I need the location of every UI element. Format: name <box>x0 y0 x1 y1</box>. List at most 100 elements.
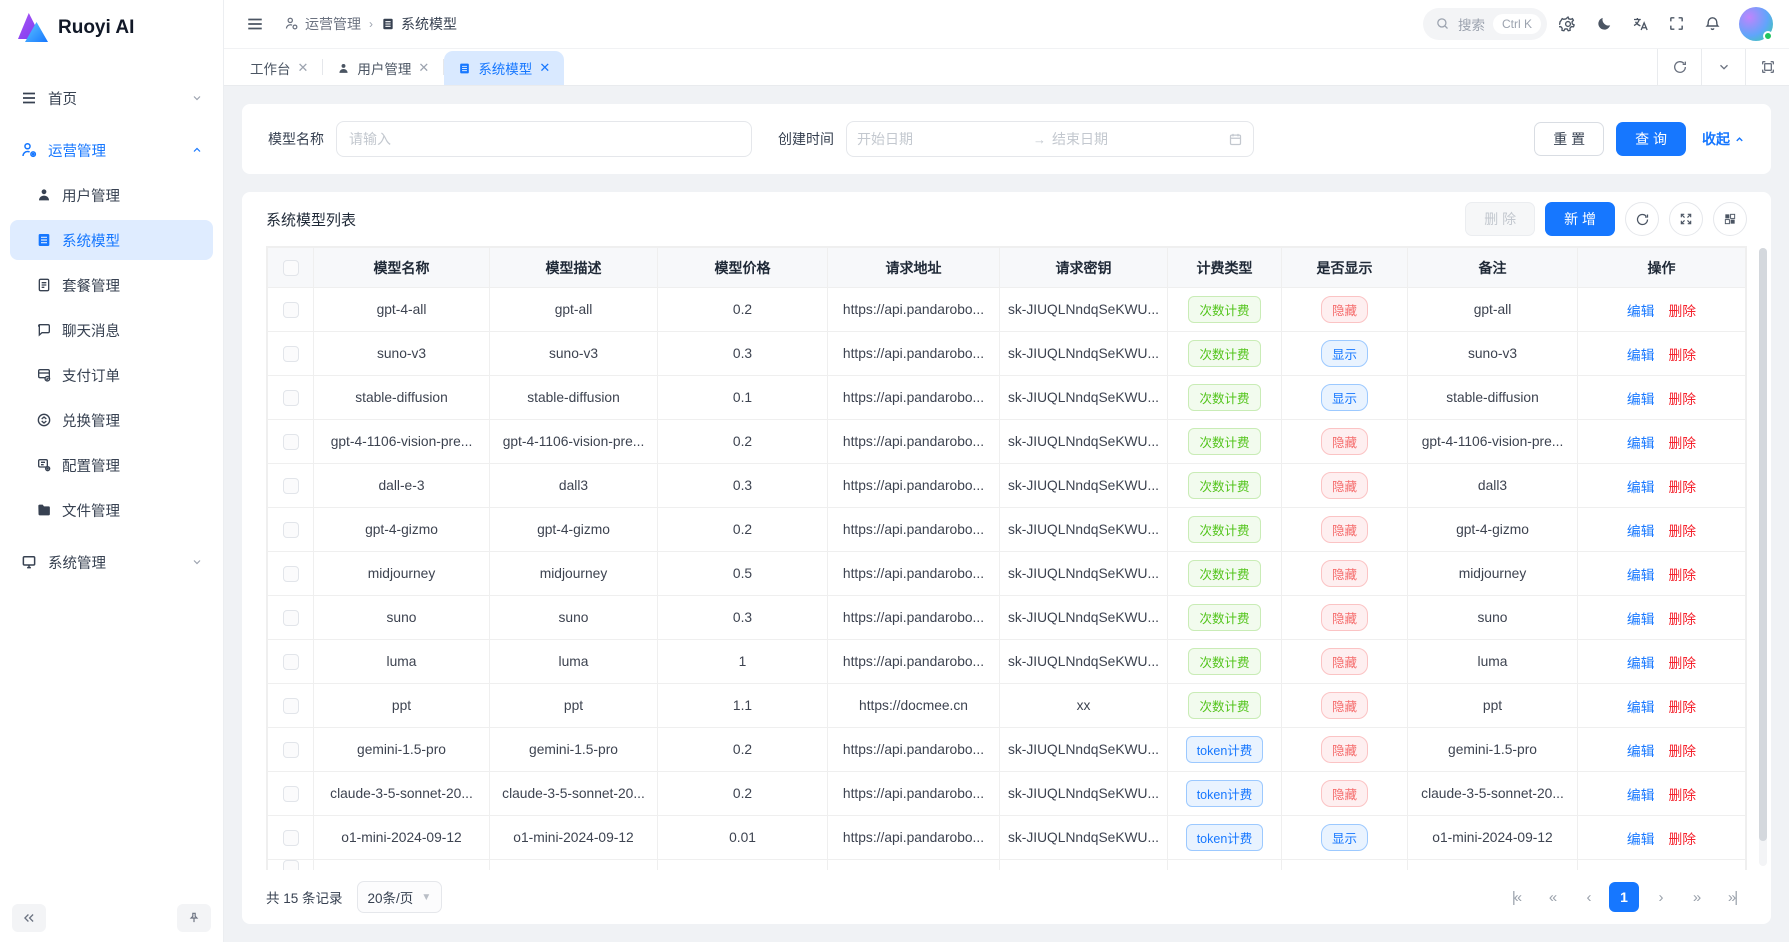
sidebar-item-system-mgmt[interactable]: 系统管理 <box>10 542 213 582</box>
row-delete-link[interactable]: 删除 <box>1669 304 1697 319</box>
sidebar-item-payment-orders[interactable]: 支付订单 <box>10 355 213 395</box>
row-delete-link[interactable]: 删除 <box>1669 744 1697 759</box>
pin-sidebar-button[interactable] <box>177 904 211 932</box>
sidebar-item-home[interactable]: 首页 <box>10 78 213 118</box>
sidebar-item-label: 系统管理 <box>48 552 181 573</box>
next-page-button[interactable]: › <box>1645 882 1675 912</box>
row-delete-link[interactable]: 删除 <box>1669 656 1697 671</box>
row-checkbox[interactable] <box>283 830 299 846</box>
model-name-label: 模型名称 <box>268 129 324 149</box>
edit-link[interactable]: 编辑 <box>1627 392 1655 407</box>
billing-type-badge: 次数计费 <box>1188 516 1260 543</box>
last-page-button[interactable]: »| <box>1717 882 1747 912</box>
add-button[interactable]: 新 增 <box>1545 202 1615 236</box>
fullscreen-button[interactable] <box>1661 9 1691 39</box>
row-checkbox[interactable] <box>283 654 299 670</box>
model-name-input[interactable] <box>336 121 752 157</box>
row-checkbox[interactable] <box>283 742 299 758</box>
column-settings-button[interactable] <box>1713 202 1747 236</box>
close-tab-icon[interactable]: ✕ <box>418 60 429 76</box>
edit-link[interactable]: 编辑 <box>1627 568 1655 583</box>
refresh-tab-button[interactable] <box>1657 49 1701 85</box>
close-tab-icon[interactable]: ✕ <box>539 60 550 76</box>
user-avatar[interactable] <box>1739 7 1773 41</box>
query-button[interactable]: 查 询 <box>1616 122 1686 156</box>
sidebar-item-operations[interactable]: 运营管理 <box>10 130 213 170</box>
edit-link[interactable]: 编辑 <box>1627 524 1655 539</box>
row-delete-link[interactable]: 删除 <box>1669 612 1697 627</box>
edit-link[interactable]: 编辑 <box>1627 436 1655 451</box>
prev-page-button[interactable]: ‹ <box>1573 882 1603 912</box>
edit-link[interactable]: 编辑 <box>1627 304 1655 319</box>
date-range-picker[interactable]: → <box>846 121 1254 157</box>
row-checkbox[interactable] <box>283 522 299 538</box>
content-fullscreen-button[interactable] <box>1745 49 1789 85</box>
row-checkbox[interactable] <box>283 478 299 494</box>
scrollbar-thumb[interactable] <box>1759 248 1767 841</box>
row-delete-link[interactable]: 删除 <box>1669 348 1697 363</box>
notifications-button[interactable] <box>1697 9 1727 39</box>
row-delete-link[interactable]: 删除 <box>1669 524 1697 539</box>
sidebar-item-user-mgmt[interactable]: 用户管理 <box>10 175 213 215</box>
edit-link[interactable]: 编辑 <box>1627 700 1655 715</box>
global-search[interactable]: 搜索 Ctrl K <box>1423 8 1547 40</box>
sidebar-item-label: 兑换管理 <box>62 410 203 431</box>
sidebar-item-redeem-mgmt[interactable]: 兑换管理 <box>10 400 213 440</box>
sidebar-item-config-mgmt[interactable]: 配置管理 <box>10 445 213 485</box>
tab-workbench[interactable]: 工作台 ✕ <box>236 51 322 85</box>
sidebar-item-file-mgmt[interactable]: 文件管理 <box>10 490 213 530</box>
row-checkbox[interactable] <box>283 390 299 406</box>
edit-link[interactable]: 编辑 <box>1627 480 1655 495</box>
chevron-down-icon <box>1717 60 1731 74</box>
page-size-select[interactable]: 20条/页 ▼ <box>357 881 443 913</box>
row-checkbox[interactable] <box>283 698 299 714</box>
row-delete-link[interactable]: 删除 <box>1669 436 1697 451</box>
toggle-sidebar-button[interactable] <box>240 9 270 39</box>
row-delete-link[interactable]: 删除 <box>1669 700 1697 715</box>
collapse-filter-link[interactable]: 收起 <box>1702 129 1745 149</box>
tab-system-model[interactable]: 系统模型 ✕ <box>444 51 564 85</box>
edit-link[interactable]: 编辑 <box>1627 656 1655 671</box>
row-delete-link[interactable]: 删除 <box>1669 568 1697 583</box>
batch-delete-button[interactable]: 删 除 <box>1465 202 1535 236</box>
tab-menu-button[interactable] <box>1701 49 1745 85</box>
language-button[interactable] <box>1625 9 1655 39</box>
first-page-button[interactable]: |« <box>1501 882 1531 912</box>
table-fullscreen-button[interactable] <box>1669 202 1703 236</box>
jump-forward-button[interactable]: » <box>1681 882 1711 912</box>
start-date-input[interactable] <box>857 131 1027 147</box>
row-checkbox[interactable] <box>283 566 299 582</box>
row-checkbox[interactable] <box>283 610 299 626</box>
breadcrumb-current[interactable]: 系统模型 <box>381 14 457 34</box>
sidebar-item-chat-messages[interactable]: 聊天消息 <box>10 310 213 350</box>
row-delete-link[interactable]: 删除 <box>1669 832 1697 847</box>
tab-user-mgmt[interactable]: 用户管理 ✕ <box>323 51 443 85</box>
breadcrumb-parent[interactable]: 运营管理 <box>284 14 361 34</box>
dark-mode-button[interactable] <box>1589 9 1619 39</box>
reset-button[interactable]: 重 置 <box>1534 122 1604 156</box>
current-page[interactable]: 1 <box>1609 882 1639 912</box>
table-row: gemini-1.5-pro gemini-1.5-pro 0.2 https:… <box>268 728 1746 772</box>
edit-link[interactable]: 编辑 <box>1627 832 1655 847</box>
end-date-input[interactable] <box>1052 131 1222 147</box>
row-checkbox[interactable] <box>283 302 299 318</box>
settings-button[interactable] <box>1553 9 1583 39</box>
sidebar-item-package-mgmt[interactable]: 套餐管理 <box>10 265 213 305</box>
edit-link[interactable]: 编辑 <box>1627 788 1655 803</box>
table-scrollbar[interactable] <box>1759 248 1767 866</box>
edit-link[interactable]: 编辑 <box>1627 612 1655 627</box>
edit-link[interactable]: 编辑 <box>1627 744 1655 759</box>
close-tab-icon[interactable]: ✕ <box>298 60 309 76</box>
row-delete-link[interactable]: 删除 <box>1669 480 1697 495</box>
row-checkbox[interactable] <box>283 786 299 802</box>
row-checkbox[interactable] <box>283 346 299 362</box>
collapse-sidebar-button[interactable] <box>12 904 46 932</box>
row-checkbox[interactable] <box>283 434 299 450</box>
edit-link[interactable]: 编辑 <box>1627 348 1655 363</box>
row-delete-link[interactable]: 删除 <box>1669 788 1697 803</box>
sidebar-item-system-model[interactable]: 系统模型 <box>10 220 213 260</box>
table-refresh-button[interactable] <box>1625 202 1659 236</box>
select-all-checkbox[interactable] <box>283 260 299 276</box>
jump-back-button[interactable]: « <box>1537 882 1567 912</box>
row-delete-link[interactable]: 删除 <box>1669 392 1697 407</box>
